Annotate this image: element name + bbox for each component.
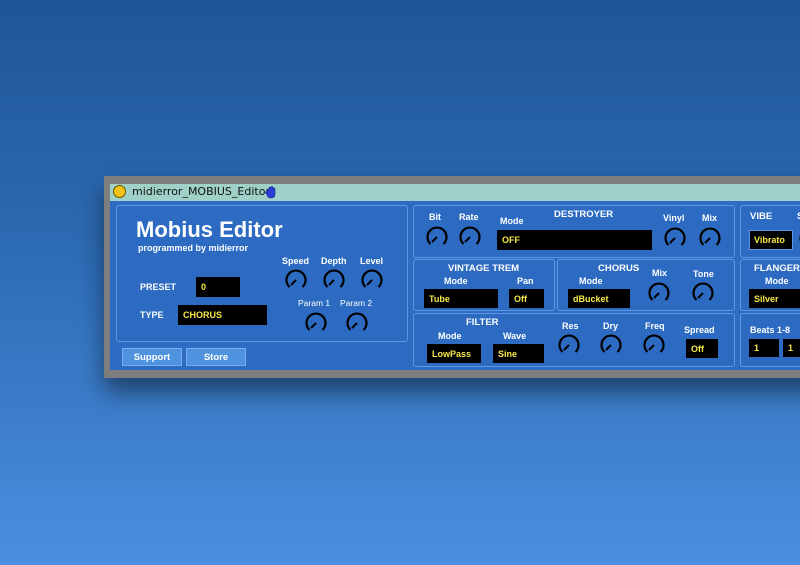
bit-knob[interactable] bbox=[425, 225, 449, 249]
plugin-window: midierror_MOBIUS_Editor Mobius Editor pr… bbox=[104, 176, 800, 378]
flanger-panel: FLANGER Mode Silver bbox=[740, 259, 800, 311]
preset-field[interactable]: 0 bbox=[196, 277, 240, 297]
chorus-mode-label: Mode bbox=[579, 276, 603, 286]
res-label: Res bbox=[562, 321, 579, 331]
main-panel: Mobius Editor programmed by midierror PR… bbox=[116, 205, 408, 342]
wave-field[interactable]: Sine bbox=[493, 344, 544, 363]
freq-label: Freq bbox=[645, 321, 665, 331]
param1-knob[interactable] bbox=[304, 311, 328, 335]
filter-title: FILTER bbox=[466, 317, 499, 328]
destroyer-mode-label: Mode bbox=[500, 216, 524, 226]
flanger-mode-field[interactable]: Silver bbox=[749, 289, 800, 308]
level-knob[interactable] bbox=[360, 268, 384, 292]
depth-label: Depth bbox=[321, 256, 347, 266]
rate-knob[interactable] bbox=[458, 225, 482, 249]
speed-label: Speed bbox=[282, 256, 310, 266]
chorus-panel: CHORUS Mode Mix Tone dBucket bbox=[557, 259, 735, 311]
hand-icon bbox=[265, 186, 276, 199]
window-title: midierror_MOBIUS_Editor bbox=[132, 185, 270, 198]
flanger-title: FLANGER bbox=[754, 263, 800, 274]
vibe-title: VIBE bbox=[750, 211, 773, 222]
pan-field[interactable]: Off bbox=[509, 289, 544, 308]
title-bar[interactable]: midierror_MOBIUS_Editor bbox=[110, 184, 800, 201]
vintage-trem-mode-label: Mode bbox=[444, 276, 468, 286]
editor-subtitle: programmed by midierror bbox=[138, 243, 249, 253]
param2-label: Param 2 bbox=[340, 298, 373, 308]
beats-title: Beats 1-8 bbox=[750, 325, 791, 335]
destroyer-mix-label: Mix bbox=[702, 213, 718, 223]
wave-label: Wave bbox=[503, 331, 527, 341]
dry-knob[interactable] bbox=[599, 333, 623, 357]
vintage-trem-panel: VINTAGE TREM Mode Pan Tube Off bbox=[413, 259, 555, 311]
level-label: Level bbox=[360, 256, 384, 266]
speed-knob[interactable] bbox=[284, 268, 308, 292]
vintage-trem-mode-field[interactable]: Tube bbox=[424, 289, 498, 308]
param1-label: Param 1 bbox=[298, 298, 331, 308]
dry-label: Dry bbox=[603, 321, 619, 331]
destroyer-panel: Bit Rate Mode DESTROYER Vinyl Mix OFF bbox=[413, 205, 735, 258]
spread-label: Spread bbox=[684, 325, 715, 335]
vibe-panel: VIBE S Vibrato bbox=[740, 205, 800, 258]
editor-title: Mobius Editor bbox=[136, 217, 283, 242]
type-label: TYPE bbox=[140, 310, 164, 320]
filter-panel: FILTER Mode Wave Res Dry Freq Spread Low… bbox=[413, 313, 735, 367]
rate-label: Rate bbox=[459, 212, 479, 222]
editor-content: Mobius Editor programmed by midierror PR… bbox=[110, 201, 800, 370]
chorus-mix-knob[interactable] bbox=[647, 281, 671, 305]
destroyer-mode-field[interactable]: OFF bbox=[497, 230, 652, 250]
pan-label: Pan bbox=[517, 276, 534, 286]
window-status-icon[interactable] bbox=[113, 185, 126, 198]
vintage-trem-title: VINTAGE TREM bbox=[448, 263, 520, 274]
support-button[interactable]: Support bbox=[122, 348, 182, 366]
flanger-mode-label: Mode bbox=[765, 276, 789, 286]
vibe-mode-field[interactable]: Vibrato bbox=[749, 230, 793, 250]
vinyl-label: Vinyl bbox=[663, 213, 685, 223]
vinyl-knob[interactable] bbox=[663, 226, 687, 250]
depth-knob[interactable] bbox=[322, 268, 346, 292]
bit-label: Bit bbox=[429, 212, 441, 222]
destroyer-title: DESTROYER bbox=[554, 209, 614, 220]
chorus-mix-label: Mix bbox=[652, 268, 668, 278]
tone-label: Tone bbox=[693, 269, 714, 279]
filter-mode-field[interactable]: LowPass bbox=[427, 344, 481, 363]
chorus-title: CHORUS bbox=[598, 263, 640, 274]
res-knob[interactable] bbox=[557, 333, 581, 357]
tone-knob[interactable] bbox=[691, 281, 715, 305]
type-field[interactable]: CHORUS bbox=[178, 305, 267, 325]
beats-field-2[interactable]: 1 bbox=[783, 339, 800, 357]
chorus-mode-field[interactable]: dBucket bbox=[568, 289, 630, 308]
preset-label: PRESET bbox=[140, 282, 177, 292]
filter-mode-label: Mode bbox=[438, 331, 462, 341]
beats-panel: Beats 1-8 1 1 bbox=[740, 313, 800, 367]
store-button[interactable]: Store bbox=[186, 348, 246, 366]
beats-field-1[interactable]: 1 bbox=[749, 339, 779, 357]
freq-knob[interactable] bbox=[642, 333, 666, 357]
spread-field[interactable]: Off bbox=[686, 339, 718, 358]
destroyer-mix-knob[interactable] bbox=[698, 226, 722, 250]
param2-knob[interactable] bbox=[345, 311, 369, 335]
